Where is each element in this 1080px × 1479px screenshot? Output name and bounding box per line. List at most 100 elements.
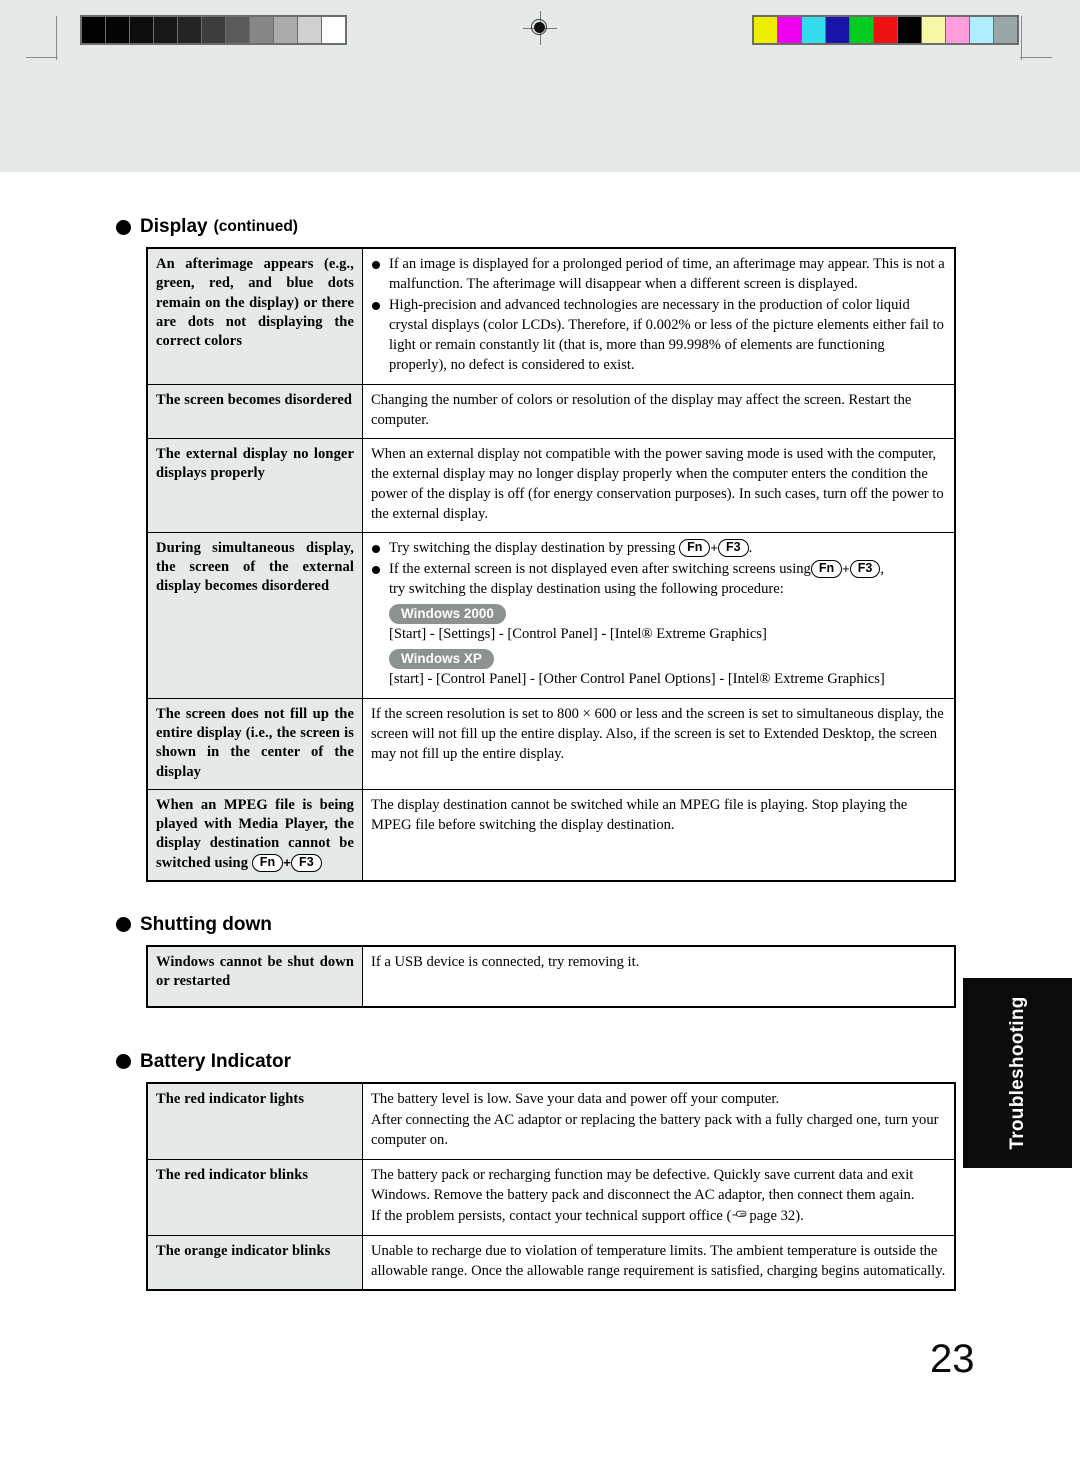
bullet-item: If the external screen is not displayed … <box>371 559 946 690</box>
side-tab-label: Troubleshooting <box>1006 996 1028 1150</box>
calibration-patch <box>994 17 1017 43</box>
row-body-text: If a USB device is connected, try removi… <box>371 953 640 970</box>
table-row: The red indicator lights The battery lev… <box>146 1082 956 1160</box>
crop-mark-left-top <box>26 57 58 58</box>
section-heading-battery-indicator: Battery Indicator <box>116 1051 1080 1073</box>
calibration-patch <box>970 17 994 43</box>
calibration-patch <box>778 17 802 43</box>
bullet-continuation: try switching the display destination us… <box>389 580 784 597</box>
page-content: Display (continued) An afterimage appear… <box>0 172 1080 1479</box>
calibration-patch <box>898 17 922 43</box>
row-label: During simultaneous display, the screen … <box>146 531 363 699</box>
menu-path-windows-2000: [Start] - [Settings] - [Control Panel] -… <box>389 625 767 642</box>
section-title: Display <box>140 216 208 237</box>
section-title: Battery Indicator <box>140 1050 291 1072</box>
row-body-line: After connecting the AC adaptor or repla… <box>371 1111 939 1148</box>
row-body-line: The battery pack or recharging function … <box>371 1166 915 1203</box>
row-body: If the screen resolution is set to 800 ×… <box>362 697 956 790</box>
calibration-patch <box>250 17 274 43</box>
row-label: Windows cannot be shut down or restarted <box>146 945 363 1008</box>
bullet-icon <box>116 917 131 933</box>
row-label: An afterimage appears (e.g., green, red,… <box>146 247 363 385</box>
reference-text: If the problem persists, contact your te… <box>371 1207 732 1224</box>
row-body: Changing the number of colors or resolut… <box>362 383 956 439</box>
table-row: The red indicator blinks The battery pac… <box>146 1158 956 1236</box>
row-label: The external display no longer displays … <box>146 437 363 533</box>
row-body: When an external display not compatible … <box>362 437 956 533</box>
section-heading-display: Display (continued) <box>116 216 1080 238</box>
row-label: The red indicator blinks <box>146 1158 363 1236</box>
row-body: If a USB device is connected, try removi… <box>362 945 956 1008</box>
calibration-patch <box>826 17 850 43</box>
table-row: During simultaneous display, the screen … <box>146 531 956 699</box>
key-fn: Fn <box>251 853 284 872</box>
table-row: The orange indicator blinks Unable to re… <box>146 1234 956 1291</box>
crop-tick-right-top <box>1021 16 1022 60</box>
row-body: If an image is displayed for a prolonged… <box>362 247 956 385</box>
page-number: 23 <box>930 1337 975 1381</box>
reference-page: page 32 <box>749 1207 796 1224</box>
row-body: The display destination cannot be switch… <box>362 788 956 882</box>
crop-tick-left-top <box>56 16 57 60</box>
calibration-patch <box>874 17 898 43</box>
key-fn: Fn <box>679 538 711 557</box>
plus-sign: + <box>710 539 718 555</box>
row-body: Unable to recharge due to violation of t… <box>362 1234 956 1291</box>
bullet-item: Try switching the display destination by… <box>371 538 946 559</box>
table-row: Windows cannot be shut down or restarted… <box>146 945 956 1008</box>
crop-mark-right-top <box>1020 57 1052 58</box>
bullet-item: If an image is displayed for a prolonged… <box>371 255 946 295</box>
key-fn: Fn <box>810 559 843 578</box>
calibration-patch <box>130 17 154 43</box>
side-tab-troubleshooting: Troubleshooting <box>963 978 1072 1168</box>
key-f3: F3 <box>718 538 749 557</box>
plus-sign: + <box>283 854 291 870</box>
os-badge-row: Windows 2000 <box>389 601 946 625</box>
table-row: The screen becomes disordered Changing t… <box>146 383 956 439</box>
calibration-patch <box>202 17 226 43</box>
color-calibration-strip <box>752 15 1019 45</box>
reference-text-end: ). <box>795 1207 804 1224</box>
table-row: The external display no longer displays … <box>146 437 956 533</box>
row-label: When an MPEG file is being played with M… <box>146 788 363 882</box>
calibration-patch <box>850 17 874 43</box>
bullet-icon <box>116 1054 131 1070</box>
row-label: The red indicator lights <box>146 1082 363 1160</box>
bullet-text-end: , <box>880 560 884 577</box>
calibration-patch <box>226 17 250 43</box>
calibration-patch <box>922 17 946 43</box>
table-battery-indicator: The red indicator lights The battery lev… <box>146 1081 956 1291</box>
calibration-patch <box>298 17 322 43</box>
calibration-patch <box>178 17 202 43</box>
badge-windows-2000: Windows 2000 <box>389 603 506 624</box>
row-body-line: The battery level is low. Save your data… <box>371 1090 780 1107</box>
page-reference-line: If the problem persists, contact your te… <box>371 1207 946 1227</box>
table-shutting-down: Windows cannot be shut down or restarted… <box>146 944 956 1008</box>
menu-path-windows-xp: [start] - [Control Panel] - [Other Contr… <box>389 670 885 687</box>
row-body: The battery level is low. Save your data… <box>362 1082 956 1160</box>
bullet-text: If the external screen is not displayed … <box>389 560 811 577</box>
calibration-patch <box>946 17 970 43</box>
calibration-patch <box>274 17 298 43</box>
plus-sign: + <box>842 560 850 576</box>
os-badge-row: Windows XP <box>389 646 946 670</box>
grayscale-calibration-strip <box>80 15 347 45</box>
calibration-patch <box>82 17 106 43</box>
row-label-text: During simultaneous display, the screen … <box>156 539 354 595</box>
section-heading-shutting-down: Shutting down <box>116 914 1080 936</box>
table-row: When an MPEG file is being played with M… <box>146 788 956 882</box>
calibration-patch <box>106 17 130 43</box>
row-body: Try switching the display destination by… <box>362 531 956 699</box>
calibration-patch <box>802 17 826 43</box>
row-label: The orange indicator blinks <box>146 1234 363 1291</box>
key-f3: F3 <box>849 559 881 578</box>
section-title: Shutting down <box>140 913 272 935</box>
row-body: The battery pack or recharging function … <box>362 1158 956 1236</box>
badge-windows-xp: Windows XP <box>389 648 494 669</box>
bullet-text-end: . <box>748 539 753 556</box>
calibration-patch <box>154 17 178 43</box>
key-f3: F3 <box>290 853 322 872</box>
bullet-item: High-precision and advanced technologies… <box>371 296 946 376</box>
bullet-icon <box>116 219 131 235</box>
row-label: The screen does not fill up the entire d… <box>146 697 363 790</box>
